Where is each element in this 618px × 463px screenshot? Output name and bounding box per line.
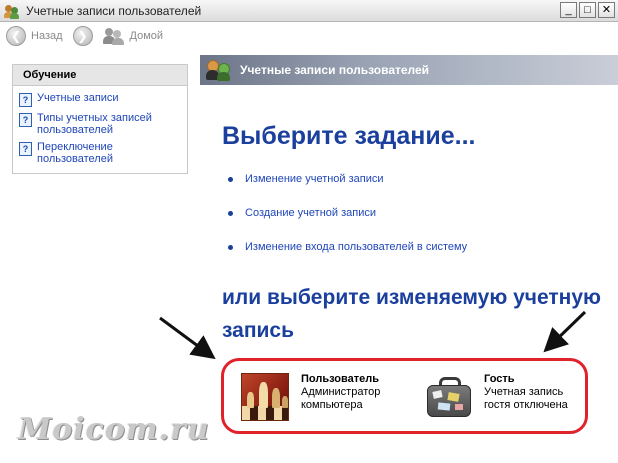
users-app-icon: [4, 3, 20, 19]
learn-item-label[interactable]: Типы учетных записей пользователей: [37, 112, 181, 136]
account-info: Гость Учетная запись гостя отключена: [484, 373, 582, 412]
learn-item-accounts[interactable]: ? Учетные записи: [19, 92, 181, 107]
account-name: Пользователь: [301, 373, 380, 385]
task-link[interactable]: Изменение входа пользователей в систему: [245, 241, 467, 253]
pick-account-heading: или выберите изменяемую учетную запись: [222, 286, 601, 342]
learn-item-label[interactable]: Учетные записи: [37, 92, 119, 104]
bullet-icon: [228, 210, 233, 216]
help-icon: ?: [19, 142, 32, 156]
learn-header: Обучение: [13, 65, 187, 86]
task-link[interactable]: Изменение учетной записи: [245, 173, 384, 185]
task-list: Изменение учетной записи Создание учетно…: [228, 172, 467, 274]
task-change-account[interactable]: Изменение учетной записи: [228, 172, 467, 186]
account-description: Учетная запись гостя отключена: [484, 386, 568, 411]
help-icon: ?: [19, 113, 32, 127]
learn-item-account-types[interactable]: ? Типы учетных записей пользователей: [19, 112, 181, 136]
home-users-icon[interactable]: [102, 27, 125, 45]
account-info: Пользователь Администратор компьютера: [301, 373, 391, 412]
close-button[interactable]: ✕: [598, 2, 615, 18]
task-heading: Выберите задание...: [222, 122, 476, 150]
task-link[interactable]: Создание учетной записи: [245, 207, 376, 219]
content-header: Учетные записи пользователей: [200, 55, 618, 85]
window-controls: _ □ ✕: [560, 2, 615, 18]
learn-list: ? Учетные записи ? Типы учетных записей …: [13, 86, 187, 165]
help-icon: ?: [19, 93, 32, 107]
content-header-title: Учетные записи пользователей: [240, 63, 430, 77]
task-change-logon[interactable]: Изменение входа пользователей в систему: [228, 240, 467, 254]
bullet-icon: [228, 176, 233, 182]
learn-item-switch-users[interactable]: ? Переключение пользователей: [19, 141, 181, 165]
task-create-account[interactable]: Создание учетной записи: [228, 206, 467, 220]
account-tile-guest[interactable]: Гость Учетная запись гостя отключена: [424, 373, 582, 421]
maximize-button[interactable]: □: [579, 2, 596, 18]
learn-box: Обучение ? Учетные записи ? Типы учетных…: [12, 64, 188, 174]
account-name: Гость: [484, 373, 515, 385]
back-label[interactable]: Назад: [31, 30, 63, 42]
forward-arrow-icon[interactable]: ❯: [72, 26, 93, 46]
title-bar[interactable]: Учетные записи пользователей _ □ ✕: [0, 0, 618, 22]
bullet-icon: [228, 244, 233, 250]
back-arrow-icon[interactable]: ❮: [6, 26, 26, 46]
user-accounts-icon: [206, 59, 232, 81]
window-title: Учетные записи пользователей: [26, 3, 202, 18]
account-tile-user[interactable]: Пользователь Администратор компьютера: [241, 373, 391, 421]
watermark-logo: Moicom.ru: [18, 412, 210, 447]
learn-item-label[interactable]: Переключение пользователей: [37, 141, 181, 165]
left-panel: Обучение ? Учетные записи ? Типы учетных…: [0, 50, 200, 463]
suitcase-icon[interactable]: [424, 373, 472, 421]
home-label[interactable]: Домой: [130, 30, 164, 42]
minimize-button[interactable]: _: [560, 2, 577, 18]
navigation-toolbar: ❮ Назад ❯ Домой: [0, 22, 618, 50]
account-description: Администратор компьютера: [301, 386, 381, 411]
chess-pieces-icon[interactable]: [241, 373, 289, 421]
